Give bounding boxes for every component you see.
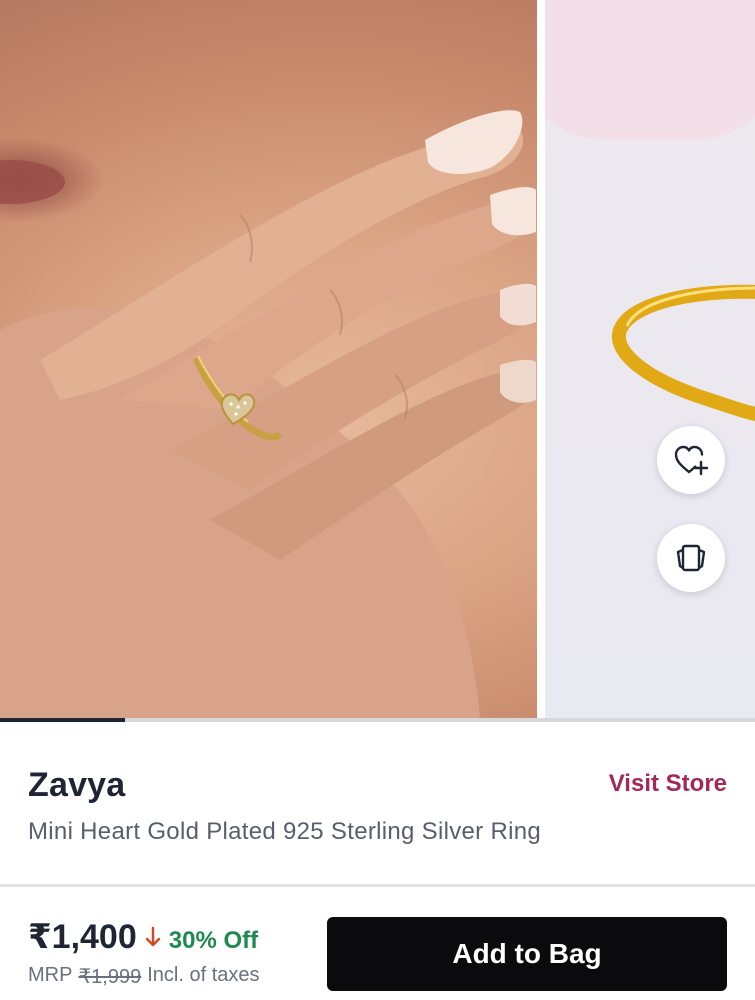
product-detail-page: Zavya Visit Store Mini Heart Gold Plated… — [0, 0, 755, 1000]
purchase-bar: ₹1,400 30% Off MRP ₹1,999 Incl. of taxes… — [0, 887, 755, 1000]
visit-store-link[interactable]: Visit Store — [609, 770, 727, 798]
gold-ring-illustration — [611, 284, 755, 422]
mrp-label: MRP — [28, 964, 73, 986]
product-image-carousel[interactable] — [0, 0, 755, 722]
selling-price: ₹1,400 — [28, 918, 137, 956]
product-title: Mini Heart Gold Plated 925 Sterling Silv… — [28, 818, 542, 845]
wishlist-button[interactable] — [657, 426, 725, 494]
mrp-value: ₹1,999 — [78, 966, 142, 988]
tax-note: Incl. of taxes — [147, 964, 260, 986]
add-to-bag-button[interactable]: Add to Bag — [327, 917, 727, 991]
product-image-ring[interactable] — [545, 0, 755, 718]
price-drop-arrow-icon — [145, 926, 161, 948]
heart-plus-icon — [674, 445, 709, 476]
discount-badge: 30% Off — [168, 927, 259, 954]
view-similar-icon — [676, 544, 706, 572]
price-row: ₹1,400 30% Off — [28, 917, 258, 957]
product-info: Zavya Visit Store Mini Heart Gold Plated… — [0, 722, 755, 884]
model-hand-illustration — [0, 110, 536, 718]
product-image-model[interactable] — [0, 0, 537, 718]
view-similar-button[interactable] — [657, 524, 725, 592]
mrp-row: MRP ₹1,999 Incl. of taxes — [28, 964, 260, 989]
brand-name: Zavya — [28, 766, 126, 804]
